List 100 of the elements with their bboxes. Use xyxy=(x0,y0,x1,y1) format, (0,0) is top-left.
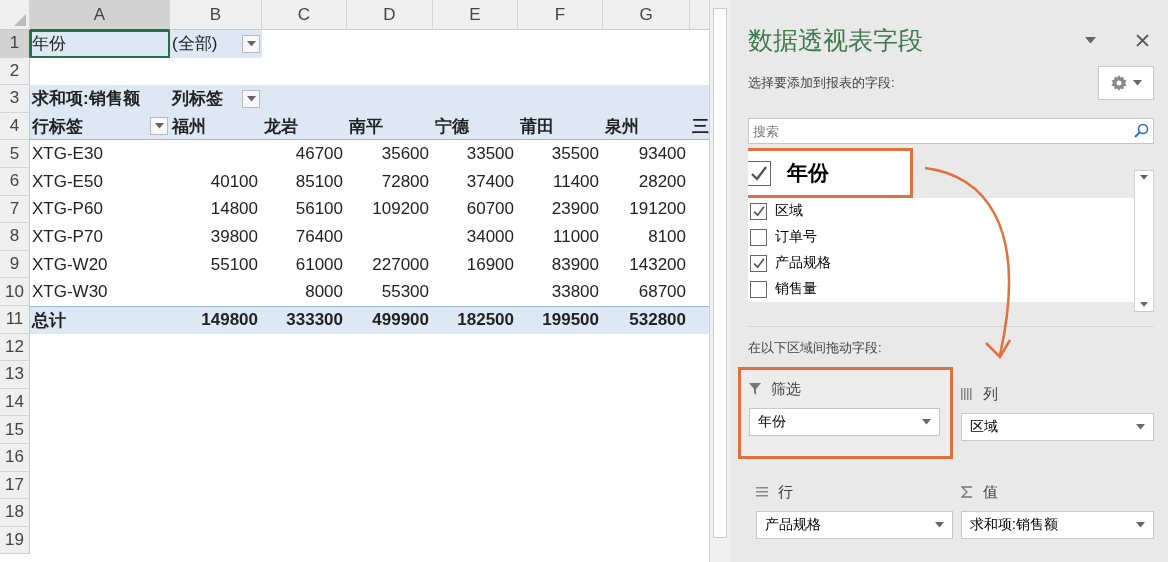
area-label: 筛选 xyxy=(771,379,801,399)
caret-icon xyxy=(1140,302,1148,307)
caret-icon xyxy=(246,96,256,102)
table-cell-text: 11000 xyxy=(552,225,600,248)
field-prompt: 选择要添加到报表的字段: xyxy=(748,74,895,92)
column-header[interactable]: D xyxy=(383,4,396,25)
table-cell-text: 8100 xyxy=(647,225,687,248)
table-cell-text: 61000 xyxy=(294,253,344,276)
filter-icon xyxy=(749,383,761,395)
search-icon xyxy=(1133,123,1149,139)
caret-icon xyxy=(922,419,931,425)
table-cell-text: XTG-E30 xyxy=(31,143,104,166)
checkbox[interactable] xyxy=(750,228,767,246)
field-label: 订单号 xyxy=(775,228,817,246)
table-cell: 532800 xyxy=(603,305,690,334)
field-item[interactable]: 产品规格 xyxy=(748,250,1134,276)
table-cell: 总计 xyxy=(30,305,170,334)
table-cell-text: XTG-P60 xyxy=(31,198,104,221)
table-cell-text: (全部) xyxy=(172,33,218,56)
areas-prompt: 在以下区域间拖动字段: xyxy=(748,339,883,357)
area-label: 行 xyxy=(778,482,793,502)
column-label: 龙岩 xyxy=(262,112,347,141)
table-cell-text: 227000 xyxy=(371,253,430,276)
column-header[interactable]: G xyxy=(639,4,653,25)
field-item[interactable]: 销售量 xyxy=(748,276,1134,302)
table-cell-text: 23900 xyxy=(550,198,600,221)
table-cell: 333300 xyxy=(262,305,347,334)
table-cell: 182500 xyxy=(433,305,518,334)
area-label: 值 xyxy=(983,482,998,502)
column-header[interactable]: F xyxy=(554,4,566,25)
table-cell: 年份 xyxy=(30,30,170,58)
triangle-icon xyxy=(13,13,26,26)
table-cell-text: 33800 xyxy=(550,281,600,304)
table-cell-text: 191200 xyxy=(628,198,687,221)
table-cell-text: 11400 xyxy=(552,170,600,193)
table-cell-text: 40100 xyxy=(209,170,259,193)
checkbox[interactable] xyxy=(748,160,771,186)
area-field[interactable]: 求和项:销售额 xyxy=(961,511,1154,539)
column-header[interactable]: B xyxy=(209,4,222,25)
area-label: 列 xyxy=(983,384,998,404)
table-cell-text: 109200 xyxy=(371,198,430,221)
table-cell-text: 28200 xyxy=(637,170,687,193)
settings-button[interactable] xyxy=(1098,66,1154,100)
column-header[interactable]: C xyxy=(297,4,311,25)
scrollbar[interactable] xyxy=(709,0,730,562)
scrollbar[interactable] xyxy=(1134,170,1154,312)
field-item[interactable]: 年份 xyxy=(748,148,913,198)
table-cell xyxy=(690,305,709,334)
dropdown-button[interactable] xyxy=(242,90,260,108)
close-icon xyxy=(1135,33,1149,47)
table-cell-text: 33500 xyxy=(465,143,515,166)
field-label: 销售量 xyxy=(775,280,817,298)
table-cell-text: 143200 xyxy=(628,253,687,276)
table-cell-text: 93400 xyxy=(637,143,687,166)
dropdown-button[interactable] xyxy=(242,34,260,53)
search-field[interactable]: 搜索 xyxy=(748,118,1154,144)
table-cell-text: XTG-P70 xyxy=(31,225,104,248)
column-label: 泉州 xyxy=(603,112,690,141)
table-cell: 499900 xyxy=(347,305,433,334)
field-item[interactable]: 区域 xyxy=(748,198,1134,224)
table-cell-text: XTG-E50 xyxy=(31,170,104,193)
column-label: 莆田 xyxy=(518,112,603,141)
field-label: 区域 xyxy=(775,202,803,220)
table-cell-text: 列标签 xyxy=(172,88,223,111)
caret-icon xyxy=(1136,522,1145,528)
checkbox[interactable] xyxy=(750,254,767,272)
table-cell-text: 37400 xyxy=(465,170,515,193)
area-field[interactable]: 产品规格 xyxy=(756,511,953,539)
panel-title: 数据透视表字段 xyxy=(748,24,923,57)
column-label: 南平 xyxy=(347,112,433,141)
caret-icon xyxy=(246,41,256,47)
area-field[interactable]: 年份 xyxy=(749,408,940,436)
table-cell: 149800 xyxy=(170,305,262,334)
table-cell-text: 60700 xyxy=(465,198,515,221)
table-cell-text: XTG-W20 xyxy=(31,253,109,276)
checkbox[interactable] xyxy=(750,202,767,220)
caret-icon xyxy=(1084,36,1096,44)
table-cell: 199500 xyxy=(518,305,603,334)
checkbox[interactable] xyxy=(750,280,767,298)
area-field[interactable]: 区域 xyxy=(961,413,1154,441)
table-cell-text: 55300 xyxy=(380,281,430,304)
column-label: 宁德 xyxy=(433,112,518,141)
column-header[interactable]: A xyxy=(93,4,106,25)
rows-icon xyxy=(756,487,768,497)
dropdown-button[interactable] xyxy=(150,117,168,136)
caret-icon xyxy=(1136,424,1145,430)
table-cell-text: 14800 xyxy=(209,198,259,221)
table-cell-text: 39800 xyxy=(209,225,259,248)
sigma-icon xyxy=(961,486,973,498)
table-cell-text: 8000 xyxy=(304,281,344,304)
table-cell-text: 35600 xyxy=(380,143,430,166)
settings-icon xyxy=(1110,75,1127,91)
field-item[interactable]: 订单号 xyxy=(748,224,1134,250)
columns-icon xyxy=(961,388,973,400)
table-cell-text: 85100 xyxy=(294,170,344,193)
column-header[interactable]: E xyxy=(469,4,481,25)
table-cell-text: 56100 xyxy=(294,198,344,221)
column-label: 福州 xyxy=(170,112,262,141)
table-cell-text: 68700 xyxy=(637,281,687,304)
table-cell: 求和项:销售额 xyxy=(30,85,170,113)
